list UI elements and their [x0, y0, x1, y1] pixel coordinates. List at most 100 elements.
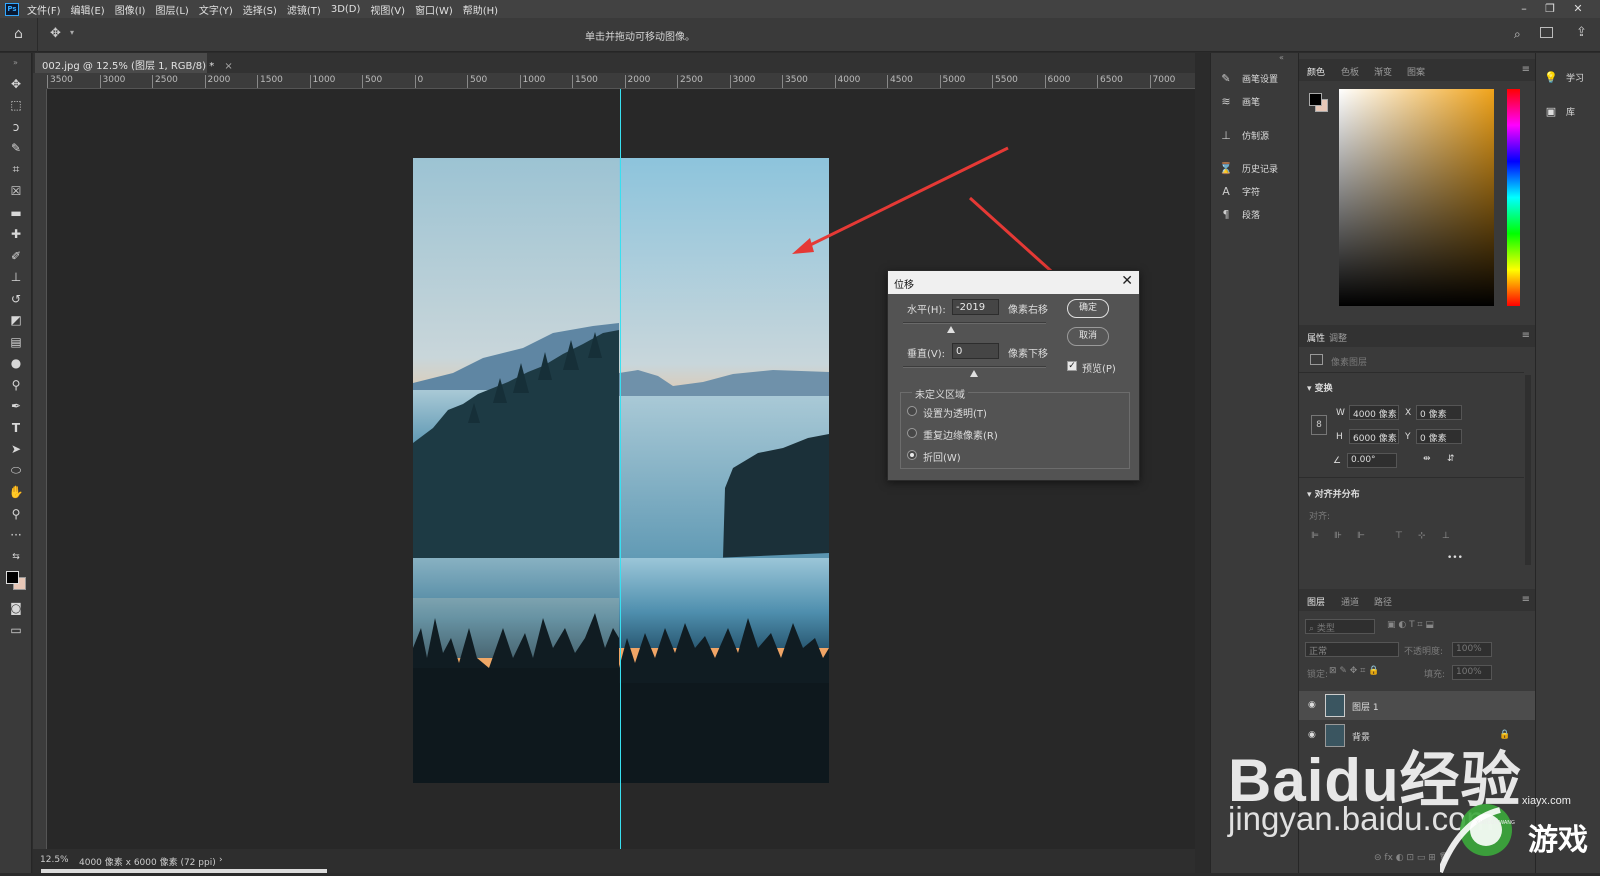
radio-set-transparent-label[interactable]: 设置为透明(T)	[923, 405, 987, 420]
panel-character[interactable]: A 字符	[1211, 180, 1299, 202]
menu-type[interactable]: 文字(Y)	[199, 2, 233, 17]
marquee-tool-icon[interactable]: ⬚	[0, 95, 32, 117]
fill-field[interactable]: 100%	[1452, 665, 1492, 680]
menu-3d[interactable]: 3D(D)	[331, 4, 361, 15]
tab-gradients[interactable]: 渐变	[1374, 65, 1392, 78]
horizontal-scrollbar[interactable]	[41, 869, 327, 873]
dodge-tool-icon[interactable]: ⚲	[0, 374, 32, 396]
panel-paragraph[interactable]: ¶ 段落	[1211, 203, 1299, 225]
menu-file[interactable]: 文件(F)	[27, 2, 61, 17]
color-picker-field[interactable]	[1339, 89, 1494, 306]
align-middle-icon[interactable]: ⊹	[1418, 531, 1426, 541]
tab-color[interactable]: 颜色	[1307, 65, 1325, 78]
vertical-offset-input[interactable]	[952, 343, 999, 359]
horizontal-slider[interactable]	[903, 322, 1046, 324]
flip-vertical-icon[interactable]: ⇵	[1447, 454, 1455, 464]
radio-repeat-edge-pixels[interactable]	[907, 428, 917, 438]
shape-tool-icon[interactable]: ⬭	[0, 460, 32, 482]
tab-channels[interactable]: 通道	[1341, 595, 1359, 608]
filter-icons[interactable]: ▣ ◐ T ⌗ ⬓	[1387, 620, 1434, 630]
horizontal-slider-thumb[interactable]	[947, 326, 955, 333]
panel-library[interactable]: ▣ 库	[1544, 105, 1575, 118]
history-brush-tool-icon[interactable]: ↺	[0, 288, 32, 310]
height-field[interactable]: 6000 像素	[1349, 429, 1399, 444]
foreground-color-swatch[interactable]	[1309, 93, 1322, 106]
path-select-tool-icon[interactable]: ➤	[0, 439, 32, 461]
opacity-field[interactable]: 100%	[1452, 642, 1492, 657]
dialog-titlebar[interactable]: 位移 ✕	[888, 271, 1139, 294]
align-center-icon[interactable]: ⊪	[1334, 531, 1342, 541]
menu-layer[interactable]: 图层(L)	[155, 2, 188, 17]
transform-section-title[interactable]: ▾ 变换	[1307, 381, 1333, 394]
radio-wrap-around[interactable]	[907, 450, 917, 460]
document-image[interactable]	[413, 158, 829, 783]
tab-properties[interactable]: 属性	[1307, 331, 1325, 344]
visibility-eye-icon[interactable]: ◉	[1308, 700, 1316, 710]
workspace-icon[interactable]	[1540, 27, 1553, 38]
menu-window[interactable]: 窗口(W)	[415, 2, 453, 17]
menu-filter[interactable]: 滤镜(T)	[287, 2, 321, 17]
zoom-level[interactable]: 12.5%	[40, 855, 69, 865]
y-field[interactable]: 0 像素	[1416, 429, 1462, 444]
share-icon[interactable]: ⇪	[1576, 25, 1587, 40]
panel-learn[interactable]: 💡 学习	[1544, 71, 1584, 84]
vertical-guide-line[interactable]	[620, 89, 621, 849]
panel-menu-icon[interactable]: ≡	[1522, 64, 1530, 75]
more-options-icon[interactable]: •••	[1447, 553, 1463, 563]
ok-button[interactable]: 确定	[1067, 299, 1109, 318]
color-swatches[interactable]	[0, 568, 32, 598]
vertical-slider[interactable]	[903, 366, 1046, 368]
screen-mode-icon[interactable]: ▭	[0, 619, 32, 641]
layer-filter-select[interactable]: ⌕ 类型	[1305, 619, 1375, 634]
angle-field[interactable]: 0.00°	[1347, 453, 1397, 468]
panel-brush[interactable]: ≋ 画笔	[1211, 90, 1299, 112]
tab-swatches[interactable]: 色板	[1341, 65, 1359, 78]
menu-edit[interactable]: 编辑(E)	[71, 2, 105, 17]
more-tools-icon[interactable]: ···	[0, 525, 32, 547]
tab-adjustments[interactable]: 调整	[1329, 331, 1347, 344]
link-icon[interactable]: 8	[1311, 415, 1327, 435]
radio-wrap-around-label[interactable]: 折回(W)	[923, 449, 961, 464]
tab-paths[interactable]: 路径	[1374, 595, 1392, 608]
layer-footer-icons[interactable]: ⊝ fx ◐ ⊡ ▭ ⊞ 🗑	[1374, 853, 1450, 863]
dialog-close-icon[interactable]: ✕	[1121, 273, 1133, 289]
align-right-icon[interactable]: ⊩	[1357, 531, 1365, 541]
flip-horizontal-icon[interactable]: ⇹	[1423, 454, 1431, 464]
ruler-origin[interactable]	[33, 73, 47, 89]
blur-tool-icon[interactable]: ●	[0, 353, 32, 375]
hand-tool-icon[interactable]: ✋	[0, 482, 32, 504]
panel-clone-source[interactable]: ⊥ 仿制源	[1211, 124, 1299, 146]
document-tab-close-icon[interactable]: ×	[224, 61, 232, 72]
brush-tool-icon[interactable]: ✐	[0, 245, 32, 267]
preview-checkbox[interactable]: ✓	[1067, 361, 1077, 371]
collapse-toolbar-icon[interactable]: »	[0, 53, 31, 73]
align-top-icon[interactable]: ⊤	[1395, 531, 1403, 541]
ruler-tool-icon[interactable]: ▬	[0, 202, 32, 224]
panel-menu-icon[interactable]: ≡	[1522, 594, 1530, 605]
layer-row[interactable]: ◉ 图层 1	[1299, 691, 1536, 720]
frame-tool-icon[interactable]: ☒	[0, 181, 32, 203]
x-field[interactable]: 0 像素	[1416, 405, 1462, 420]
expand-panels-icon[interactable]: «	[1279, 53, 1284, 62]
menu-view[interactable]: 视图(V)	[370, 2, 405, 17]
search-icon[interactable]: ⌕	[1514, 27, 1521, 42]
gradient-tool-icon[interactable]: ▤	[0, 331, 32, 353]
blend-mode-select[interactable]: 正常	[1305, 642, 1399, 657]
lock-icons[interactable]: ⊠ ✎ ✥ ⌗ 🔒	[1329, 666, 1379, 676]
photoshop-logo-icon[interactable]: Ps	[5, 2, 19, 16]
swap-colors-icon[interactable]: ⇆	[0, 546, 32, 568]
document-tab[interactable]: 002.jpg @ 12.5% (图层 1, RGB/8) * ×	[35, 53, 233, 73]
type-tool-icon[interactable]: T	[0, 417, 32, 439]
eraser-tool-icon[interactable]: ◩	[0, 310, 32, 332]
foreground-color-swatch[interactable]	[6, 570, 19, 584]
zoom-tool-icon[interactable]: ⚲	[0, 503, 32, 525]
lasso-tool-icon[interactable]: ↄ	[0, 116, 32, 138]
align-section-title[interactable]: ▾ 对齐并分布	[1307, 487, 1360, 500]
vertical-slider-thumb[interactable]	[970, 370, 978, 377]
horizontal-offset-input[interactable]	[952, 299, 999, 315]
quick-select-tool-icon[interactable]: ✎	[0, 138, 32, 160]
healing-brush-tool-icon[interactable]: ✚	[0, 224, 32, 246]
vertical-ruler[interactable]	[33, 89, 47, 849]
properties-scrollbar[interactable]	[1525, 375, 1531, 565]
width-field[interactable]: 4000 像素	[1349, 405, 1399, 420]
